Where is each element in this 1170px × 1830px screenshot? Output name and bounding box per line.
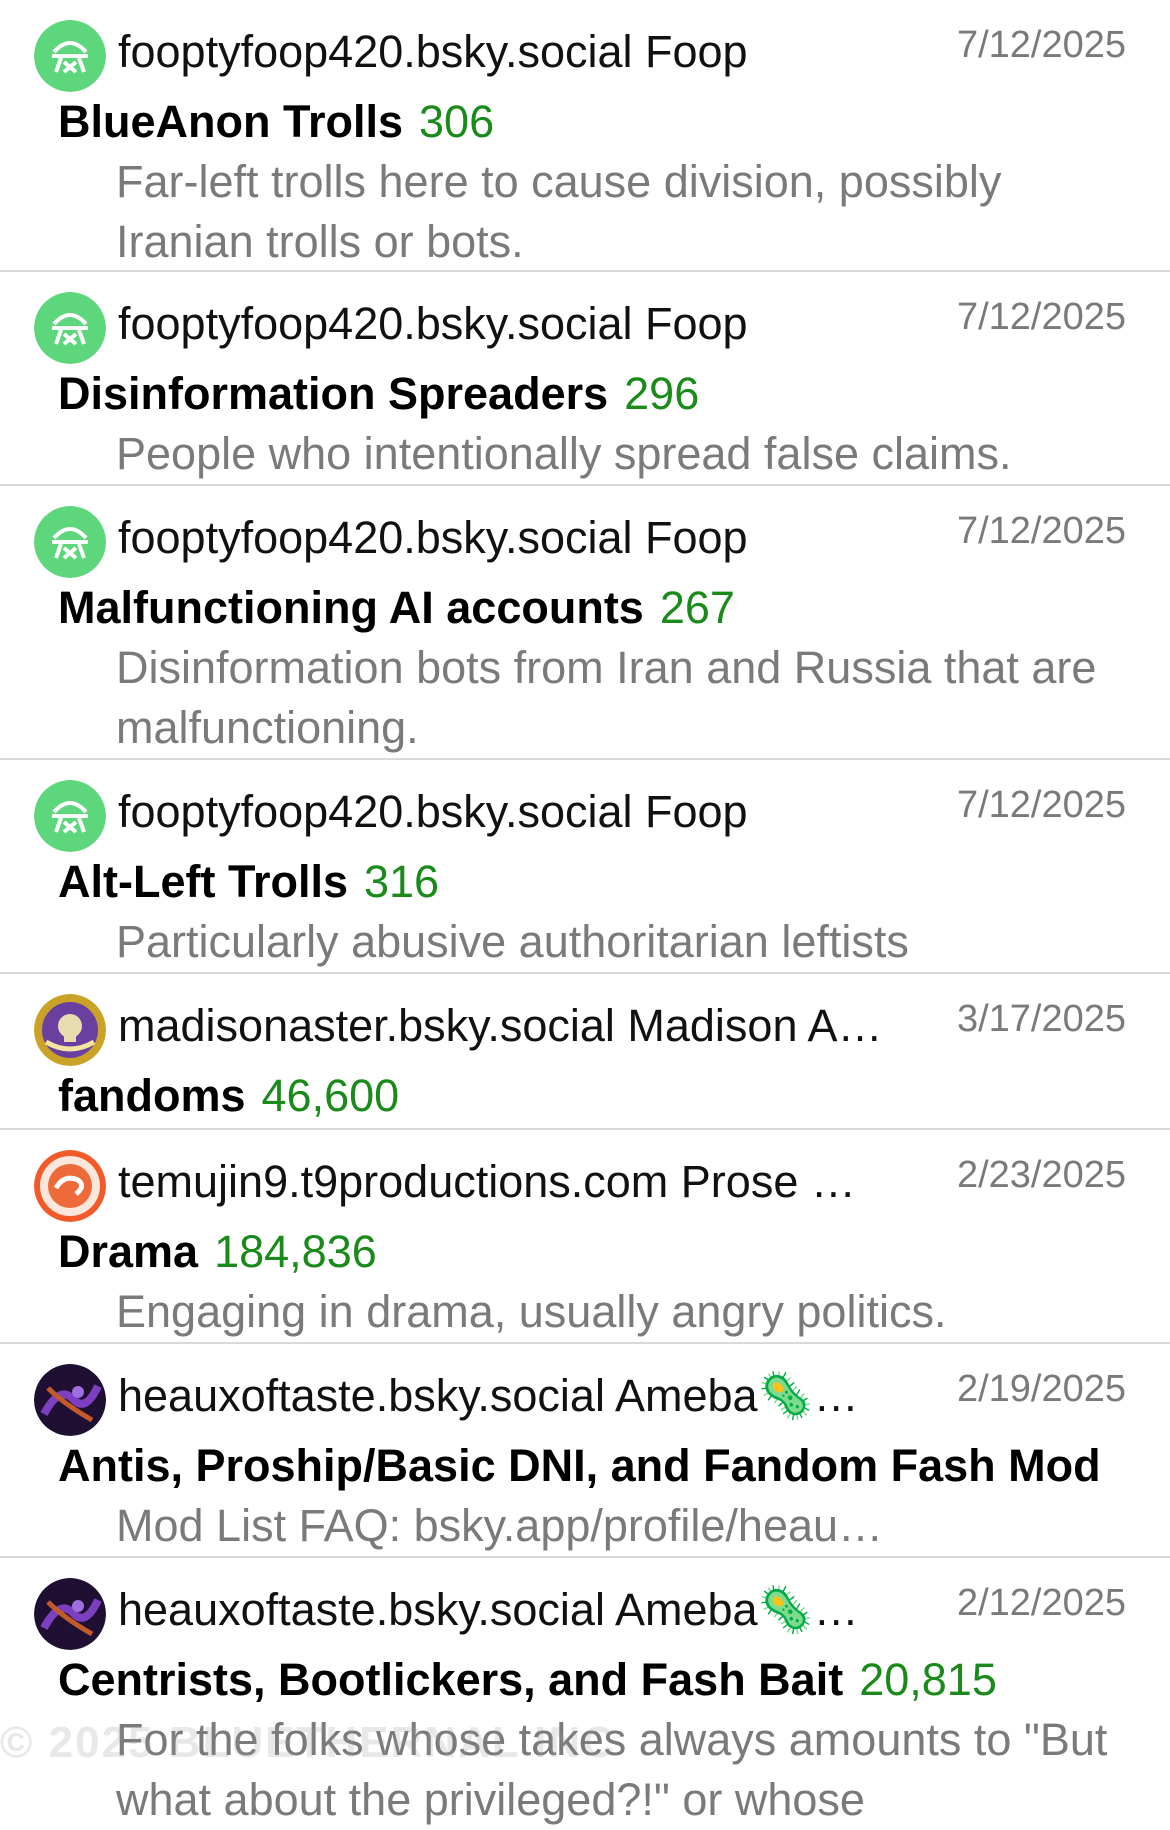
list-description: Mod List FAQ: bsky.app/profile/heau… <box>116 1500 884 1551</box>
avatar[interactable] <box>34 1150 106 1222</box>
list-author[interactable]: madisonaster.bsky.social Madison A… <box>118 998 938 1054</box>
list-author[interactable]: fooptyfoop420.bsky.social Foop <box>118 510 938 566</box>
list-name: Alt-Left Trolls <box>58 856 348 907</box>
list-description: Engaging in drama, usually angry politic… <box>116 1286 947 1337</box>
list-item[interactable]: fooptyfoop420.bsky.social Foop 7/12/2025… <box>0 760 1170 974</box>
art-avatar-icon <box>34 1364 106 1436</box>
watermark: © 2025 BLUETHERNAL INC <box>0 1718 616 1767</box>
bsky-app-icon <box>34 780 106 852</box>
list-description: Disinformation bots from Iran and Russia… <box>116 642 1097 753</box>
list-title[interactable]: fandoms 46,600 <box>58 1068 1170 1124</box>
list-author[interactable]: fooptyfoop420.bsky.social Foop <box>118 296 938 352</box>
list-member-count: 46,600 <box>261 1070 400 1121</box>
seal-avatar-icon <box>34 994 106 1066</box>
list-name: Centrists, Bootlickers, and Fash Bait <box>58 1654 844 1705</box>
list-item[interactable]: fooptyfoop420.bsky.social Foop 7/12/2025… <box>0 0 1170 272</box>
avatar[interactable] <box>34 292 106 364</box>
list-item[interactable]: heauxoftaste.bsky.social Ameba🦠… 2/19/20… <box>0 1344 1170 1558</box>
list-author[interactable]: fooptyfoop420.bsky.social Foop <box>118 784 938 840</box>
list-date: 2/19/2025 <box>956 1368 1126 1410</box>
list-name: Drama <box>58 1226 199 1277</box>
bsky-app-icon <box>34 506 106 578</box>
list-description: Particularly abusive authoritarian lefti… <box>116 916 909 967</box>
list-member-count: 184,836 <box>214 1226 377 1277</box>
avatar[interactable] <box>34 1578 106 1650</box>
list-description: Far-left trolls here to cause division, … <box>116 156 1002 267</box>
list-title[interactable]: Malfunctioning AI accounts 267 <box>58 580 1170 636</box>
list-date: 7/12/2025 <box>956 510 1126 552</box>
swirl-avatar-icon <box>34 1150 106 1222</box>
avatar[interactable] <box>34 1364 106 1436</box>
list-date: 2/12/2025 <box>956 1582 1126 1624</box>
list-member-count: 306 <box>419 96 495 147</box>
avatar[interactable] <box>34 506 106 578</box>
list-member-count: 20,815 <box>859 1654 997 1705</box>
list-member-count: 296 <box>624 368 700 419</box>
list-name: BlueAnon Trolls <box>58 96 404 147</box>
list-date: 7/12/2025 <box>956 24 1126 66</box>
list-author[interactable]: temujin9.t9productions.com Prose … <box>118 1154 938 1210</box>
list-author[interactable]: fooptyfoop420.bsky.social Foop <box>118 24 938 80</box>
list-title[interactable]: Antis, Proship/Basic DNI, and Fandom Fas… <box>58 1438 1170 1494</box>
list-title[interactable]: Centrists, Bootlickers, and Fash Bait 20,… <box>58 1652 1170 1708</box>
list-title[interactable]: Drama 184,836 <box>58 1224 1170 1280</box>
list-title[interactable]: BlueAnon Trolls 306 <box>58 94 1170 150</box>
list-date: 7/12/2025 <box>956 296 1126 338</box>
list-name: Malfunctioning AI accounts <box>58 582 644 633</box>
avatar[interactable] <box>34 994 106 1066</box>
list-description: People who intentionally spread false cl… <box>116 428 1012 479</box>
list-author[interactable]: heauxoftaste.bsky.social Ameba🦠… <box>118 1368 938 1424</box>
list-name: Antis, Proship/Basic DNI, and Fandom Fas… <box>58 1440 1101 1491</box>
list-author[interactable]: heauxoftaste.bsky.social Ameba🦠… <box>118 1582 938 1638</box>
list-title[interactable]: Disinformation Spreaders 296 <box>58 366 1170 422</box>
list-item[interactable]: temujin9.t9productions.com Prose … 2/23/… <box>0 1130 1170 1344</box>
list-date: 3/17/2025 <box>956 998 1126 1040</box>
avatar[interactable] <box>34 20 106 92</box>
list-name: fandoms <box>58 1070 246 1121</box>
list-member-count: 267 <box>659 582 735 633</box>
list-member-count: 316 <box>364 856 440 907</box>
list-item[interactable]: madisonaster.bsky.social Madison A… 3/17… <box>0 974 1170 1130</box>
avatar[interactable] <box>34 780 106 852</box>
bsky-app-icon <box>34 292 106 364</box>
bsky-app-icon <box>34 20 106 92</box>
art-avatar-icon <box>34 1578 106 1650</box>
list-title[interactable]: Alt-Left Trolls 316 <box>58 854 1170 910</box>
list-date: 2/23/2025 <box>956 1154 1126 1196</box>
list-date: 7/12/2025 <box>956 784 1126 826</box>
list-name: Disinformation Spreaders <box>58 368 609 419</box>
list-item[interactable]: fooptyfoop420.bsky.social Foop 7/12/2025… <box>0 272 1170 486</box>
list-item[interactable]: fooptyfoop420.bsky.social Foop 7/12/2025… <box>0 486 1170 760</box>
